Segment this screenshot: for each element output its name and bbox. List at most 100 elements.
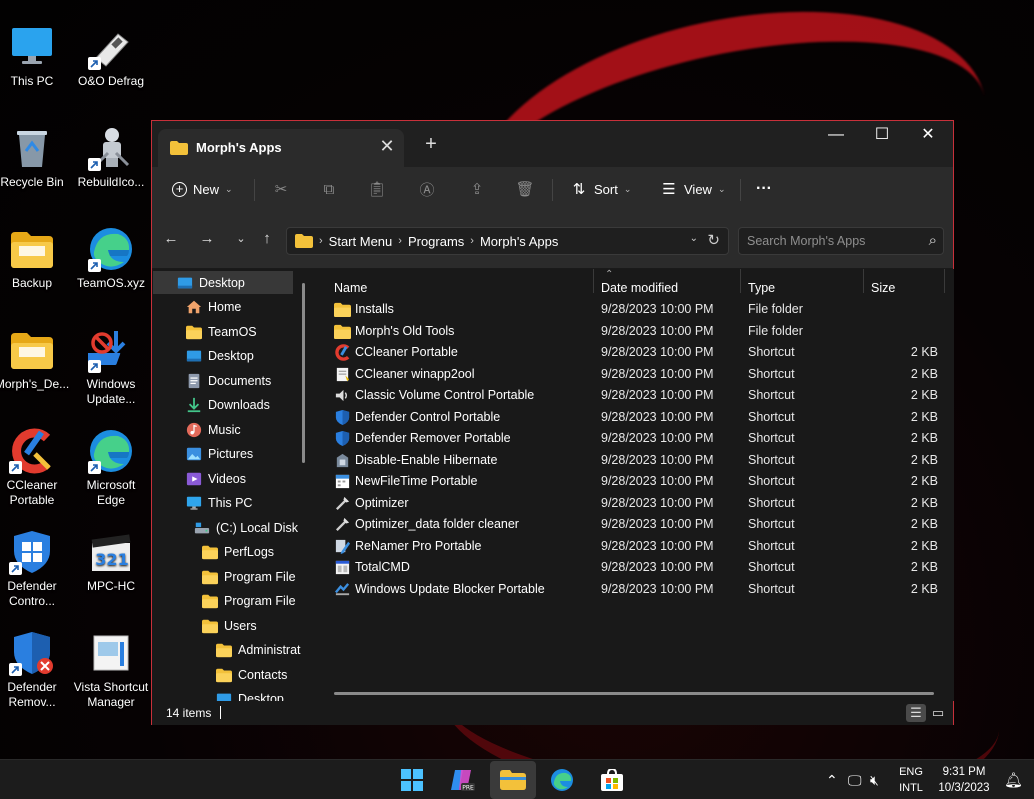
column-divider[interactable] bbox=[593, 269, 594, 293]
copilot-button[interactable]: PRE bbox=[442, 761, 482, 799]
breadcrumb-start-menu[interactable]: Start Menu bbox=[329, 234, 393, 249]
store-taskbar-button[interactable] bbox=[592, 761, 632, 799]
nav-item-users[interactable]: Users bbox=[152, 614, 302, 637]
nav-item-pictures[interactable]: Pictures bbox=[152, 443, 302, 466]
start-button[interactable] bbox=[392, 761, 432, 799]
nav-item-this-pc[interactable]: This PC bbox=[152, 492, 302, 515]
nav-item-downloads[interactable]: Downloads bbox=[152, 394, 302, 417]
file-row[interactable]: Optimizer_data folder cleaner 9/28/2023 1… bbox=[334, 514, 946, 535]
new-button[interactable]: + New ⌄ bbox=[172, 175, 233, 203]
nav-item-teamos[interactable]: TeamOS bbox=[152, 320, 302, 343]
details-view-button[interactable]: ☰ bbox=[906, 704, 926, 722]
desktop-icon-recycle-bin[interactable]: Recycle Bin bbox=[0, 125, 71, 190]
address-bar[interactable]: › Start Menu › Programs › Morph's Apps ⌄… bbox=[286, 227, 729, 255]
breadcrumb-programs[interactable]: Programs bbox=[408, 234, 464, 249]
desktop-icon-microsoft-edge[interactable]: Microsoft Edge bbox=[72, 428, 150, 508]
nav-item-c-local-disk[interactable]: (C:) Local Disk bbox=[152, 516, 302, 539]
column-header-type[interactable]: Type bbox=[748, 281, 775, 301]
rename-button[interactable]: Ⓐ bbox=[418, 175, 436, 203]
file-row[interactable]: CCleaner Portable 9/28/2023 10:00 PM Short… bbox=[334, 342, 946, 363]
file-row[interactable]: Morph's Old Tools 9/28/2023 10:00 PM File … bbox=[334, 321, 946, 342]
nav-item-contacts[interactable]: Contacts bbox=[152, 663, 302, 686]
tiles-view-button[interactable]: ▭ bbox=[928, 704, 948, 722]
breadcrumb-morphs-apps[interactable]: Morph's Apps bbox=[480, 234, 558, 249]
file-row[interactable]: Installs 9/28/2023 10:00 PM File folder bbox=[334, 299, 946, 320]
network-icon[interactable]: 🖵︎ bbox=[848, 772, 870, 789]
close-button[interactable]: ✕ bbox=[905, 121, 951, 151]
nav-item-videos[interactable]: Videos bbox=[152, 467, 302, 490]
minimize-button[interactable]: — bbox=[813, 121, 859, 151]
file-row[interactable]: Classic Volume Control Portable 9/28/2023… bbox=[334, 385, 946, 406]
file-row[interactable]: Disable-Enable Hibernate 9/28/2023 10:00 … bbox=[334, 450, 946, 471]
forward-button[interactable]: → bbox=[196, 228, 218, 250]
file-explorer-taskbar-button[interactable] bbox=[490, 761, 536, 799]
file-row[interactable]: Defender Remover Portable 9/28/2023 10:00… bbox=[334, 428, 946, 449]
desktop-icon-vista-shortcut-manager[interactable]: Vista Shortcut Manager bbox=[72, 630, 150, 710]
up-button[interactable]: ↑ bbox=[256, 228, 278, 250]
nav-scrollbar[interactable] bbox=[302, 283, 305, 463]
desktop-icon-o-o-defrag[interactable]: O&O Defrag bbox=[72, 24, 150, 89]
desktop-icon-windows-update[interactable]: Windows Update... bbox=[72, 327, 150, 407]
file-row[interactable]: Defender Control Portable 9/28/2023 10:00… bbox=[334, 407, 946, 428]
edge-icon bbox=[88, 428, 134, 474]
desktop-icon-this-pc[interactable]: This PC bbox=[0, 24, 71, 89]
view-button[interactable]: ☰ View ⌄ bbox=[660, 175, 725, 203]
desktop-icon-rebuildico[interactable]: RebuildIco... bbox=[72, 125, 150, 190]
desktop-icon-defender-contro[interactable]: Defender Contro... bbox=[0, 529, 71, 609]
column-divider[interactable] bbox=[944, 269, 945, 293]
notifications-icon[interactable]: 🔔︎ bbox=[1004, 771, 1026, 789]
item-count: 14 items bbox=[166, 706, 212, 720]
nav-item-desktop[interactable]: Desktop bbox=[153, 271, 293, 294]
file-explorer-window: Morph's Apps ✕ + — ☐ ✕ + New ⌄ ✂ ⧉ 📋︎ Ⓐ … bbox=[151, 120, 954, 725]
sort-button[interactable]: ⇅ Sort ⌄ bbox=[570, 175, 632, 203]
edge-taskbar-button[interactable] bbox=[542, 761, 582, 799]
column-header-name[interactable]: Name bbox=[334, 281, 367, 301]
file-row[interactable]: Optimizer 9/28/2023 10:00 PM Shortcut 2 KB bbox=[334, 493, 946, 514]
volume-muted-icon[interactable]: 🔇︎ bbox=[870, 772, 890, 789]
nav-item-perflogs[interactable]: PerfLogs bbox=[152, 541, 302, 564]
refresh-icon[interactable]: ↻ bbox=[707, 231, 720, 249]
more-options-button[interactable]: ··· bbox=[756, 175, 772, 203]
nav-item-label: Home bbox=[208, 300, 242, 314]
file-row[interactable]: NewFileTime Portable 9/28/2023 10:00 PM Sh… bbox=[334, 471, 946, 492]
share-button[interactable]: ⇪ bbox=[468, 175, 486, 203]
cut-button[interactable]: ✂ bbox=[272, 175, 290, 203]
horizontal-scrollbar[interactable] bbox=[334, 692, 934, 695]
paste-button[interactable]: 📋︎ bbox=[367, 175, 386, 203]
nav-item-administrat[interactable]: Administrat bbox=[152, 639, 302, 662]
desktop-icon-morph-s-de[interactable]: Morph's_De... bbox=[0, 327, 71, 392]
file-row[interactable]: TotalCMD 9/28/2023 10:00 PM Shortcut 2 KB bbox=[334, 557, 946, 578]
search-input[interactable]: Search Morph's Apps ⌕ bbox=[738, 227, 944, 255]
file-row[interactable]: Windows Update Blocker Portable 9/28/2023… bbox=[334, 579, 946, 600]
maximize-button[interactable]: ☐ bbox=[859, 121, 905, 151]
nav-item-desktop[interactable]: Desktop bbox=[152, 688, 302, 701]
column-header-date[interactable]: Date modified bbox=[601, 281, 678, 301]
nav-item-music[interactable]: Music bbox=[152, 418, 302, 441]
nav-item-desktop[interactable]: Desktop bbox=[152, 345, 302, 368]
chevron-down-icon[interactable]: ⌄ bbox=[690, 233, 698, 244]
close-tab-icon[interactable]: ✕ bbox=[376, 136, 398, 158]
file-row[interactable]: CCleaner winapp2ool 9/28/2023 10:00 PM Sho… bbox=[334, 364, 946, 385]
delete-button[interactable]: 🗑︎ bbox=[515, 175, 534, 203]
new-tab-button[interactable]: + bbox=[420, 134, 442, 156]
clock[interactable]: 9:31 PM 10/3/2023 bbox=[932, 764, 996, 796]
nav-item-program-file[interactable]: Program File bbox=[152, 590, 302, 613]
tab-morphs-apps[interactable]: Morph's Apps ✕ bbox=[158, 129, 404, 167]
file-row[interactable]: ReNamer Pro Portable 9/28/2023 10:00 PM Sh… bbox=[334, 536, 946, 557]
copy-button[interactable]: ⧉ bbox=[320, 175, 338, 203]
nav-item-home[interactable]: Home bbox=[152, 296, 302, 319]
back-button[interactable]: ← bbox=[160, 228, 182, 250]
recent-locations-button[interactable]: ⌄ bbox=[230, 228, 252, 250]
column-divider[interactable] bbox=[863, 269, 864, 293]
language-indicator[interactable]: ENG INTL bbox=[894, 764, 928, 796]
column-divider[interactable] bbox=[740, 269, 741, 293]
column-header-size[interactable]: Size bbox=[871, 281, 895, 301]
desktop-icon-defender-remov[interactable]: Defender Remov... bbox=[0, 630, 71, 710]
nav-item-program-file[interactable]: Program File bbox=[152, 565, 302, 588]
nav-item-documents[interactable]: Documents bbox=[152, 369, 302, 392]
desktop-icon-backup[interactable]: Backup bbox=[0, 226, 71, 291]
desktop-icon-teamos-xyz[interactable]: TeamOS.xyz bbox=[72, 226, 150, 291]
show-hidden-icons-button[interactable]: ⌃ bbox=[826, 772, 844, 789]
desktop-icon-mpc-hc[interactable]: 321 MPC-HC bbox=[72, 529, 150, 594]
desktop-icon-ccleaner-portable[interactable]: CCleaner Portable bbox=[0, 428, 71, 508]
